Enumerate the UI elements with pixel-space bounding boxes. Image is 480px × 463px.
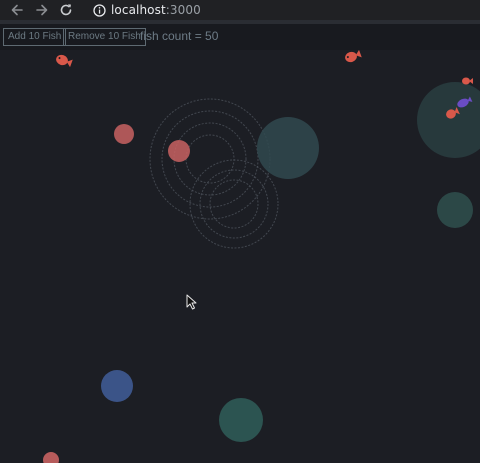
bubble	[114, 124, 134, 144]
arrow-right-icon	[36, 4, 48, 16]
bubble	[168, 140, 190, 162]
bubble	[417, 82, 480, 158]
reload-button[interactable]	[57, 1, 75, 19]
forward-button[interactable]	[33, 1, 51, 19]
browser-toolbar: localhost:3000	[0, 0, 480, 20]
bubble	[43, 452, 59, 463]
fish	[462, 77, 473, 85]
url-port: :3000	[165, 3, 201, 17]
url-text: localhost:3000	[111, 3, 201, 17]
ripple-small	[189, 159, 279, 249]
bubble	[101, 370, 133, 402]
mouse-pointer-icon	[186, 294, 197, 310]
fish-tank-page: Add 10 Fish Remove 10 Fish fish count = …	[0, 24, 480, 463]
controls-bar: Add 10 Fish Remove 10 Fish fish count = …	[0, 24, 480, 50]
remove-fish-button[interactable]: Remove 10 Fish	[63, 28, 146, 46]
bubble	[219, 398, 263, 442]
back-button[interactable]	[8, 1, 26, 19]
address-bar[interactable]: localhost:3000	[84, 0, 480, 20]
fish	[56, 54, 73, 68]
bubble	[257, 117, 319, 179]
arrow-left-icon	[11, 4, 23, 16]
fish	[345, 49, 362, 63]
fish-count-label: fish count = 50	[140, 29, 219, 43]
tank-canvas[interactable]	[0, 24, 480, 463]
info-icon[interactable]	[92, 3, 106, 17]
url-host: localhost	[111, 3, 166, 17]
bubble	[437, 192, 473, 228]
add-fish-button[interactable]: Add 10 Fish	[3, 28, 67, 46]
reload-icon	[60, 4, 72, 16]
